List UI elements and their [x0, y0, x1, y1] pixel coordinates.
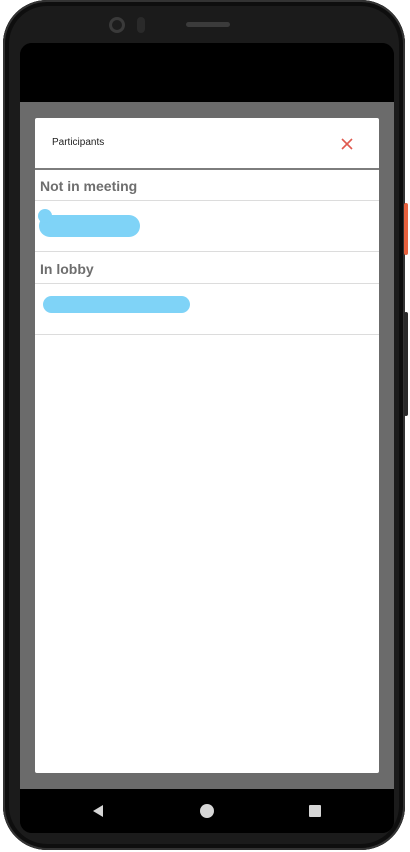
- front-camera: [109, 17, 125, 33]
- redacted-participant-name: [39, 215, 140, 237]
- section-header-in-lobby: In lobby: [35, 253, 379, 284]
- earpiece-speaker: [186, 22, 230, 27]
- back-triangle-icon: [93, 805, 103, 817]
- home-button[interactable]: [197, 801, 217, 821]
- participant-row[interactable]: [35, 201, 379, 252]
- section-title: In lobby: [40, 261, 94, 277]
- section-header-not-in-meeting: Not in meeting: [35, 170, 379, 201]
- recents-square-icon: [309, 805, 321, 817]
- phone-frame: Participants Not in meeting In lobby: [3, 0, 405, 850]
- participant-row[interactable]: [35, 284, 379, 335]
- navigation-bar: [20, 789, 394, 833]
- redacted-mark: [38, 209, 52, 223]
- volume-button: [404, 312, 408, 416]
- home-circle-icon: [200, 804, 214, 818]
- power-button: [404, 203, 408, 255]
- back-button[interactable]: [88, 801, 108, 821]
- dialog-header: Participants: [35, 118, 379, 170]
- proximity-sensor: [137, 17, 145, 33]
- redacted-participant-name: [43, 296, 190, 313]
- close-icon: [341, 138, 353, 150]
- dialog-title: Participants: [52, 137, 105, 148]
- recents-button[interactable]: [305, 801, 325, 821]
- close-button[interactable]: [337, 134, 357, 154]
- screen: Participants Not in meeting In lobby: [20, 43, 394, 833]
- section-title: Not in meeting: [40, 178, 138, 194]
- status-bar: [20, 43, 394, 102]
- participants-dialog: Participants Not in meeting In lobby: [35, 118, 379, 773]
